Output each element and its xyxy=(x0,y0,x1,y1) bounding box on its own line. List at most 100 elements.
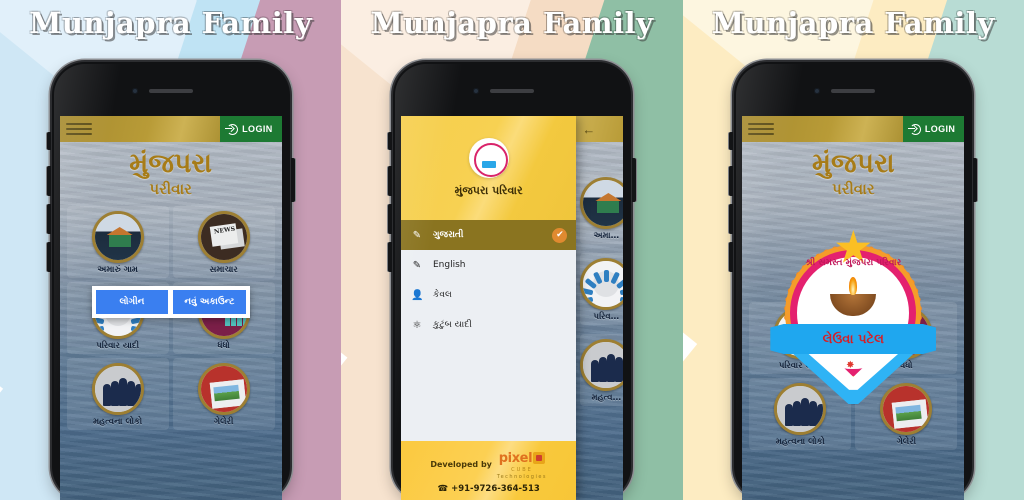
panel-emblem: Munjapra Family LOGIN મુંજપરા પરીવાર પરિ… xyxy=(682,0,1024,500)
store-title: Munjapra Family xyxy=(370,6,654,40)
village-icon xyxy=(91,211,144,263)
emblem-arc-text: શ્રી સમસ્ત મુંજપરા પરિવાર xyxy=(805,258,902,268)
tile-village[interactable]: અમારું ગામ xyxy=(66,206,169,278)
tile-label: ગેલેરી xyxy=(896,437,917,447)
tile-label: ગેલેરી xyxy=(213,417,234,427)
person-icon: 👤 xyxy=(410,289,424,301)
drawer-item-label: કેવલ xyxy=(432,290,452,300)
store-title: Munjapra Family xyxy=(711,6,995,40)
tile-label: પરિવાર યાદી xyxy=(96,341,140,351)
tile-label: અમા… xyxy=(593,231,620,241)
phone-screen-3: LOGIN મુંજપરા પરીવાર પરિવાર યાદી ધંધો મહ… xyxy=(742,116,965,500)
store-title: Munjapra Family xyxy=(29,6,313,40)
cube-icon xyxy=(533,452,546,464)
pencil-icon: ✎ xyxy=(412,259,422,271)
phone-device-1: LOGIN મુંજપરા પરીવાર અમારું ગામ NEWS સમા… xyxy=(46,62,295,500)
login-button[interactable]: LOGIN xyxy=(220,116,282,142)
emblem-flowers: ✳ ✸ ✳ xyxy=(822,360,884,371)
phone-icon: ☎ xyxy=(437,484,449,494)
tile-label: મહત્વ… xyxy=(591,393,622,403)
people-group-icon xyxy=(774,383,827,435)
emblem-ribbon-text: લેઉવા પટેલ xyxy=(822,331,884,347)
support-phone[interactable]: ☎ +91-9726-364-513 xyxy=(401,484,576,494)
login-button-label: LOGIN xyxy=(242,124,273,134)
people-group-icon xyxy=(580,339,623,391)
dialog-login-button[interactable]: લોગીન xyxy=(95,290,169,314)
tile-important-people[interactable]: મહત્વ… xyxy=(580,334,623,406)
drawer-footer: Developed by pixel CUBE Technologies ☎ +… xyxy=(400,441,577,500)
emblem-ribbon: લેઉવા પટેલ xyxy=(770,324,937,354)
tile-news[interactable]: સમાચાર xyxy=(172,206,275,278)
tile-label: ધંધો xyxy=(217,341,230,351)
drawer-title: મુંજપરા પરિવાર xyxy=(454,184,523,197)
munjapra-emblem-icon xyxy=(468,138,509,178)
family-tree-icon: ⚛ xyxy=(412,319,422,331)
phone-device-3: LOGIN મુંજપરા પરીવાર પરિવાર યાદી ધંધો મહ… xyxy=(729,62,978,500)
drawer-item-family-list[interactable]: ⚛ કુટુંબ યાદી xyxy=(401,310,576,340)
store-screenshot-strip: Munjapra Family LOGIN મુંજપરા પરીવાર અમા… xyxy=(0,0,1024,500)
dialog-new-account-button[interactable]: નવું અકાઉન્ટ xyxy=(173,290,246,314)
login-dialog: લોગીન નવું અકાઉન્ટ xyxy=(91,286,250,318)
earpiece-speaker xyxy=(148,89,193,93)
developed-by-label: Developed by xyxy=(430,460,492,469)
drawer-item-english[interactable]: ✎ English xyxy=(401,250,576,280)
support-phone-number: +91-9726-364-513 xyxy=(451,484,540,494)
hamburger-icon[interactable] xyxy=(65,123,92,135)
pencil-icon: ✎ xyxy=(412,229,422,241)
pixelcube-tagline: Technologies xyxy=(496,474,548,480)
home-screen-1: મુંજપરા પરીવાર અમારું ગામ સમાચાર xyxy=(59,142,282,500)
hamburger-icon[interactable] xyxy=(748,123,775,135)
brand-line-1: મુંજપરા xyxy=(129,148,212,179)
tile-family-list[interactable]: પરિવ… xyxy=(580,253,623,325)
panel-login: Munjapra Family LOGIN મુંજપરા પરીવાર અમા… xyxy=(0,0,342,500)
drawer-item-label: ગુજરાતી xyxy=(432,230,464,240)
drawer-item-label: કુટુંબ યાદી xyxy=(432,320,472,330)
gallery-icon xyxy=(880,383,933,435)
brand-block: મુંજપરા પરીવાર xyxy=(60,142,282,198)
brand-line-2: પરીવાર xyxy=(149,180,192,198)
earpiece-speaker xyxy=(489,89,534,93)
tile-label: સમાચાર xyxy=(209,265,238,275)
front-camera xyxy=(131,88,138,94)
people-group-icon xyxy=(91,363,144,415)
panel-drawer: Munjapra Family ← અમા… પરિવ… મહત્વ… મુંજ… xyxy=(341,0,683,500)
gallery-icon xyxy=(197,363,250,415)
tile-label: અમારું ગામ xyxy=(97,265,138,275)
drawer-item-gujarati[interactable]: ✎ ગુજરાતી ✔ xyxy=(400,220,577,250)
home-screen-3: મુંજપરા પરીવાર પરિવાર યાદી ધંધો મહત્વના … xyxy=(742,142,965,500)
tile-village[interactable]: અમા… xyxy=(580,172,623,244)
app-bar-3: LOGIN xyxy=(742,116,965,142)
drawer-menu-list: ✎ ગુજરાતી ✔ ✎ English 👤 કેવલ ⚛ કુટુંબ યા… xyxy=(400,220,577,441)
front-camera xyxy=(472,88,479,94)
pixelcube-sub: CUBE xyxy=(511,467,533,473)
earpiece-speaker xyxy=(831,89,876,93)
login-button-label: LOGIN xyxy=(924,124,956,134)
navigation-drawer: મુંજપરા પરિવાર ✎ ગુજરાતી ✔ ✎ English 👤 ક… xyxy=(400,116,577,500)
brand-block: મુંજપરા પરીવાર xyxy=(742,142,964,198)
news-icon xyxy=(197,211,250,263)
tile-gallery[interactable]: ગેલેરી xyxy=(172,358,275,430)
phone-screen-1: LOGIN મુંજપરા પરીવાર અમારું ગામ NEWS સમા… xyxy=(59,116,282,500)
drawer-item-label: English xyxy=(432,260,466,270)
tile-important-people[interactable]: મહત્વના લોકો xyxy=(66,358,169,430)
pixelcube-logo: pixel CUBE Technologies xyxy=(497,449,547,480)
tile-label: મહત્વના લોકો xyxy=(93,417,143,427)
front-camera xyxy=(814,88,821,94)
drawer-item-kewal[interactable]: 👤 કેવલ xyxy=(401,280,576,310)
phone-screen-2: ← અમા… પરિવ… મહત્વ… મુંજપરા પરિવાર ✎ ગુજ… xyxy=(400,116,623,500)
login-icon xyxy=(907,123,921,135)
home-screen-2: અમા… પરિવ… મહત્વ… xyxy=(576,142,623,500)
phone-device-2: ← અમા… પરિવ… મહત્વ… મુંજપરા પરિવાર ✎ ગુજ… xyxy=(387,62,636,500)
login-button[interactable]: LOGIN xyxy=(902,116,965,142)
brand-line-1: મુંજપરા xyxy=(811,148,895,179)
drawer-scrim-peek[interactable]: ← અમા… પરિવ… મહત્વ… xyxy=(576,116,623,500)
family-circle-icon xyxy=(580,258,623,310)
check-icon: ✔ xyxy=(552,227,568,243)
back-arrow-icon[interactable]: ← xyxy=(576,116,623,142)
login-icon xyxy=(225,123,239,135)
app-bar-1: LOGIN xyxy=(59,116,282,142)
brand-line-2: પરીવાર xyxy=(832,180,875,198)
village-icon xyxy=(580,177,623,229)
pixelcube-brand: pixel xyxy=(498,451,533,466)
drawer-header: મુંજપરા પરિવાર xyxy=(400,116,577,220)
